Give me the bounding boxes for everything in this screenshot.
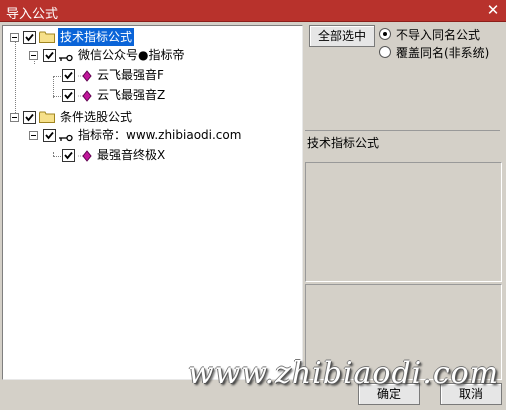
- tree-node-checkbox[interactable]: [23, 111, 36, 124]
- tree-node-label: 微信公众号●指标帝: [78, 48, 185, 62]
- tree-node-checkbox[interactable]: [62, 89, 75, 102]
- tree-node-checkbox[interactable]: [43, 129, 56, 142]
- tree-node-checkbox[interactable]: [62, 69, 75, 82]
- radio-label: 覆盖同名(非系统): [396, 46, 490, 60]
- tree-node-wechat-account[interactable]: 微信公众号●指标帝: [3, 46, 300, 64]
- select-all-button[interactable]: 全部选中: [309, 25, 375, 47]
- title-bar: 导入公式 ✕: [0, 0, 506, 22]
- tree-node-label: 指标帝：www.zhibiaodi.com: [78, 128, 242, 142]
- radio-button[interactable]: [379, 46, 391, 58]
- collapse-toggle-icon[interactable]: [29, 51, 38, 60]
- watermark: www.zhibiaodi.com: [188, 356, 500, 391]
- key-icon: [59, 130, 73, 142]
- window-title: 导入公式: [6, 7, 59, 22]
- tree-node-label: 云飞最强音Z: [97, 88, 166, 102]
- radio-button[interactable]: [379, 28, 391, 40]
- tree-node-checkbox[interactable]: [43, 49, 56, 62]
- folder-icon: [39, 110, 55, 123]
- tree-node-label: 技术指标公式: [58, 28, 135, 46]
- collapse-toggle-icon[interactable]: [10, 33, 19, 42]
- tree-node-formula-x[interactable]: 最强音终极X: [3, 146, 300, 164]
- tree-node-checkbox[interactable]: [23, 31, 36, 44]
- tree-node-label: 最强音终极X: [97, 148, 166, 162]
- tree-node-stock-screening[interactable]: 条件选股公式: [3, 108, 300, 126]
- close-icon[interactable]: ✕: [484, 1, 502, 19]
- import-formula-dialog: 导入公式 ✕ 技术指标公式 微信公众号●指标帝 云飞最强音F 云飞最强音Z 条件…: [0, 0, 506, 410]
- category-label: 技术指标公式: [307, 136, 380, 150]
- tree-node-technical-indicators[interactable]: 技术指标公式: [3, 28, 300, 46]
- category-info-bar: 技术指标公式: [305, 130, 500, 157]
- description-panel: [305, 162, 502, 282]
- key-icon: [59, 50, 73, 62]
- formula-tree[interactable]: 技术指标公式 微信公众号●指标帝 云飞最强音F 云飞最强音Z 条件选股公式 指标…: [2, 25, 303, 380]
- tree-node-checkbox[interactable]: [62, 149, 75, 162]
- folder-icon: [39, 30, 55, 43]
- formula-icon: [77, 149, 93, 162]
- formula-icon: [77, 69, 93, 82]
- collapse-toggle-icon[interactable]: [10, 113, 19, 122]
- tree-node-indicator-site[interactable]: 指标帝：www.zhibiaodi.com: [3, 126, 300, 144]
- radio-label: 不导入同名公式: [396, 28, 481, 42]
- tree-node-label: 条件选股公式: [60, 110, 133, 124]
- tree-node-formula-f[interactable]: 云飞最强音F: [3, 66, 300, 84]
- formula-icon: [77, 89, 93, 102]
- collapse-toggle-icon[interactable]: [29, 131, 38, 140]
- tree-node-formula-z[interactable]: 云飞最强音Z: [3, 86, 300, 104]
- tree-node-label: 云飞最强音F: [97, 68, 164, 82]
